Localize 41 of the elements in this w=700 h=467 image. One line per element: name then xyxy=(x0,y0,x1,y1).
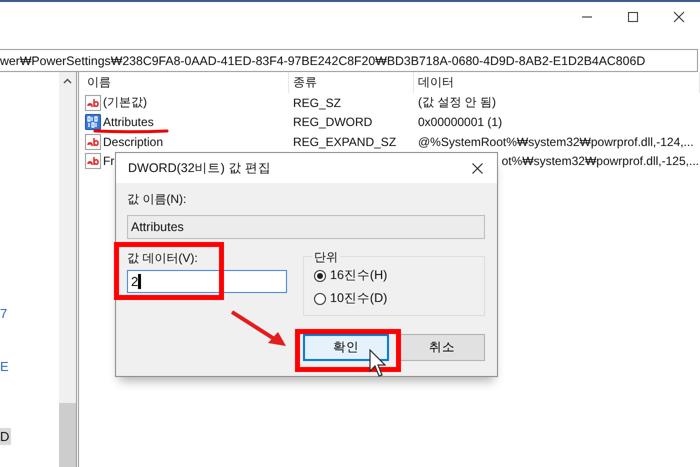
column-header[interactable]: 종류 xyxy=(289,72,414,93)
value-name[interactable]: (기본값) xyxy=(103,94,147,112)
dialog-button[interactable]: 취소 xyxy=(399,334,485,361)
scroll-up-icon[interactable] xyxy=(63,78,72,84)
maximize-icon[interactable] xyxy=(627,11,639,23)
field-label: 값 이름(N): xyxy=(127,191,188,208)
value-data: @%SystemRoot%₩system32₩powrprof.dll,-124,... xyxy=(417,134,695,149)
value-type: REG_SZ xyxy=(292,96,342,110)
binary-value-icon xyxy=(85,114,101,130)
dialog-button[interactable]: 확인 xyxy=(303,334,389,361)
string-value-icon xyxy=(85,153,101,170)
radio-option[interactable]: 16진수(H) xyxy=(314,267,484,284)
value-name[interactable]: Fr xyxy=(103,154,114,168)
group-label: 단위 xyxy=(312,249,340,266)
dialog-title: DWORD(32비트) 값 편집 xyxy=(128,160,271,176)
column-header[interactable]: 이름 xyxy=(83,72,289,93)
mouse-pointer-icon xyxy=(369,349,386,377)
registry-path: wer₩PowerSettings₩238C9FA8-0AAD-41ED-83F4-97BE242C8F20₩BD3B718A-0680-4D9D-8AB2-E1D2B4AC806D xyxy=(0,54,646,68)
close-icon[interactable] xyxy=(673,11,685,23)
value-type: REG_EXPAND_SZ xyxy=(292,134,398,149)
radio-option[interactable]: 10진수(D) xyxy=(314,290,484,307)
value-name[interactable]: Description xyxy=(103,134,164,149)
scroll-thumb[interactable] xyxy=(59,403,76,467)
value-data: 0x00000001 (1) xyxy=(417,115,504,130)
value-data: ot%₩system32₩powrprof.dll,-125,... xyxy=(502,154,699,168)
value-type: REG_DWORD xyxy=(292,115,374,130)
value-name-field[interactable]: Attributes xyxy=(127,215,485,239)
tree-item[interactable]: D xyxy=(0,428,12,445)
address-bar[interactable]: wer₩PowerSettings₩238C9FA8-0AAD-41ED-83F4-97BE242C8F20₩BD3B718A-0680-4D9D-8AB2-E1D2B4AC806D xyxy=(0,49,698,72)
tree-item[interactable]: E xyxy=(0,358,11,375)
annotation-arrow xyxy=(230,310,288,348)
tree-item[interactable]: 7 xyxy=(0,305,10,322)
value-data-field[interactable]: 2 xyxy=(127,270,287,293)
value-name[interactable]: Attributes xyxy=(103,115,154,130)
column-header[interactable]: 데이터 xyxy=(414,72,700,93)
value-data: (값 설정 안 됨) xyxy=(417,94,497,112)
string-value-icon xyxy=(85,134,101,150)
field-label: 값 데이터(V): xyxy=(127,250,199,267)
close-icon[interactable] xyxy=(472,162,483,174)
string-value-icon xyxy=(85,94,101,111)
scroll-bar[interactable] xyxy=(59,72,76,467)
